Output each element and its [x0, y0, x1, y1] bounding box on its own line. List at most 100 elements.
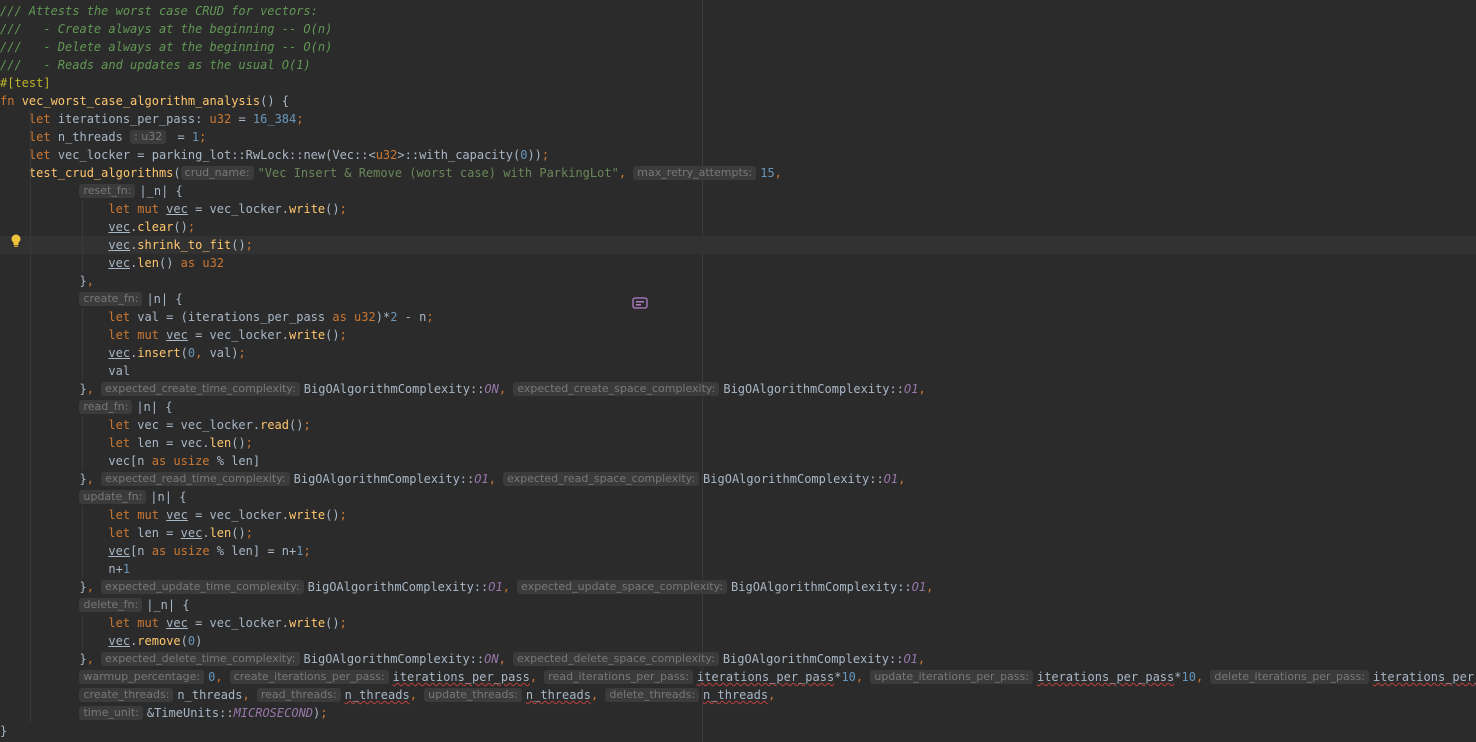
code-line[interactable]: vec[n as usize % len] [0, 452, 1476, 470]
code-token: vec [108, 634, 131, 648]
code-line[interactable]: #[test] [0, 74, 1476, 92]
code-token: % len] [209, 454, 261, 468]
code-line[interactable]: vec.len() as u32 [0, 254, 1476, 272]
code-token: vec [180, 526, 203, 540]
code-line[interactable]: read_fn: |n| { [0, 398, 1476, 416]
code-token: BigOAlgorithmComplexity:: [723, 382, 904, 396]
code-line[interactable]: delete_fn: |_n| { [0, 596, 1476, 614]
code-token: ; [339, 328, 347, 342]
code-line[interactable]: val [0, 362, 1476, 380]
code-token: () [289, 418, 304, 432]
code-token: /// - Create always at the beginning -- … [0, 22, 333, 36]
parameter-hint: update_fn: [79, 490, 147, 504]
code-token: } [0, 580, 87, 594]
code-line[interactable]: test_crud_algorithms(crud_name: "Vec Inse… [0, 164, 1476, 182]
code-token: as [151, 544, 174, 558]
code-line[interactable]: let val = (iterations_per_pass as u32)*2… [0, 308, 1476, 326]
code-token: write [289, 508, 326, 522]
format-icon[interactable] [632, 296, 648, 310]
code-line[interactable]: time_unit: &TimeUnits::MICROSECOND); [0, 704, 1476, 722]
code-token: vec [108, 238, 131, 252]
code-line[interactable]: vec.remove(0) [0, 632, 1476, 650]
code-line[interactable]: let vec_locker = parking_lot::RwLock::ne… [0, 146, 1476, 164]
code-line[interactable]: let len = vec.len(); [0, 434, 1476, 452]
code-line[interactable]: vec.clear(); [0, 218, 1476, 236]
parameter-hint: expected_read_space_complexity: [503, 472, 700, 486]
code-token: u32 [209, 112, 232, 126]
indent-guide [82, 308, 83, 380]
indent-guide [30, 110, 31, 722]
code-token: let mut [108, 616, 167, 630]
parameter-hint: update_threads: [424, 688, 522, 702]
code-token: |_n| { [146, 598, 190, 612]
lightbulb-icon[interactable] [10, 234, 22, 248]
parameter-hint: read_iterations_per_pass: [544, 670, 693, 684]
parameter-hint: delete_fn: [79, 598, 143, 612]
code-line[interactable]: n+1 [0, 560, 1476, 578]
code-token: let [28, 112, 58, 126]
code-line[interactable]: let mut vec = vec_locker.write(); [0, 326, 1476, 344]
code-token: ; [426, 310, 434, 324]
code-editor[interactable]: /// Attests the worst case CRUD for vect… [0, 0, 1476, 742]
code-token: ; [320, 706, 328, 720]
code-token: O1 [903, 652, 918, 666]
code-line[interactable]: let n_threads : u32 = 1; [0, 128, 1476, 146]
code-token: = vec_locker. [187, 616, 290, 630]
code-token: |_n| { [139, 184, 183, 198]
code-line[interactable]: }, expected_update_time_complexity: BigOA… [0, 578, 1476, 596]
code-line[interactable]: vec[n as usize % len] = n+1; [0, 542, 1476, 560]
code-line[interactable]: /// - Reads and updates as the usual O(1… [0, 56, 1476, 74]
code-line[interactable]: } [0, 722, 1476, 740]
code-token: write [289, 616, 326, 630]
code-line[interactable]: /// - Create always at the beginning -- … [0, 20, 1476, 38]
code-line[interactable]: let mut vec = vec_locker.write(); [0, 506, 1476, 524]
code-token: , [768, 688, 776, 702]
code-token: iterations_per_pass [696, 670, 835, 684]
code-token: let mut [108, 202, 167, 216]
code-token: &TimeUnits:: [146, 706, 234, 720]
code-token: shrink_to_fit [137, 238, 232, 252]
parameter-hint: expected_delete_space_complexity: [513, 652, 719, 666]
code-token: val [0, 364, 131, 378]
code-line[interactable]: fn vec_worst_case_algorithm_analysis() { [0, 92, 1476, 110]
code-token: n_threads [57, 130, 131, 144]
code-token: vec [166, 508, 188, 522]
code-line[interactable]: let len = vec.len(); [0, 524, 1476, 542]
code-line[interactable]: /// - Delete always at the beginning -- … [0, 38, 1476, 56]
code-token: |n| { [146, 292, 183, 306]
code-token: 10 [841, 670, 856, 684]
code-token: . [202, 526, 210, 540]
code-line[interactable]: }, expected_delete_time_complexity: BigOA… [0, 650, 1476, 668]
code-line[interactable]: warmup_percentage: 0, create_iterations_p… [0, 668, 1476, 686]
code-line[interactable]: let vec = vec_locker.read(); [0, 416, 1476, 434]
code-line[interactable]: }, [0, 272, 1476, 290]
code-token: BigOAlgorithmComplexity:: [303, 652, 485, 666]
code-token: len [209, 436, 232, 450]
code-line[interactable]: /// Attests the worst case CRUD for vect… [0, 2, 1476, 20]
code-token: } [0, 724, 8, 738]
code-line[interactable]: let mut vec = vec_locker.write(); [0, 200, 1476, 218]
code-line[interactable]: vec.insert(0, val); [0, 344, 1476, 362]
code-token: ; [339, 508, 347, 522]
code-token: () [325, 202, 340, 216]
code-token: u32 [202, 256, 225, 270]
code-line[interactable]: create_threads: n_threads, read_threads: n… [0, 686, 1476, 704]
parameter-hint: create_threads: [79, 688, 174, 702]
code-line[interactable]: }, expected_read_time_complexity: BigOAlg… [0, 470, 1476, 488]
code-line[interactable]: reset_fn: |_n| { [0, 182, 1476, 200]
code-token: O1 [883, 472, 899, 486]
code-token: BigOAlgorithmComplexity:: [731, 580, 912, 594]
code-line[interactable]: let mut vec = vec_locker.write(); [0, 614, 1476, 632]
code-token: ; [245, 526, 253, 540]
code-line[interactable]: create_fn: |n| { [0, 290, 1476, 308]
code-line[interactable]: let iterations_per_pass: u32 = 16_384; [0, 110, 1476, 128]
code-line[interactable]: }, expected_create_time_complexity: BigOA… [0, 380, 1476, 398]
code-line[interactable]: vec.shrink_to_fit(); [0, 236, 1476, 254]
code-token: n_threads [525, 688, 591, 702]
code-line[interactable]: update_fn: |n| { [0, 488, 1476, 506]
code-token: , [918, 382, 926, 396]
